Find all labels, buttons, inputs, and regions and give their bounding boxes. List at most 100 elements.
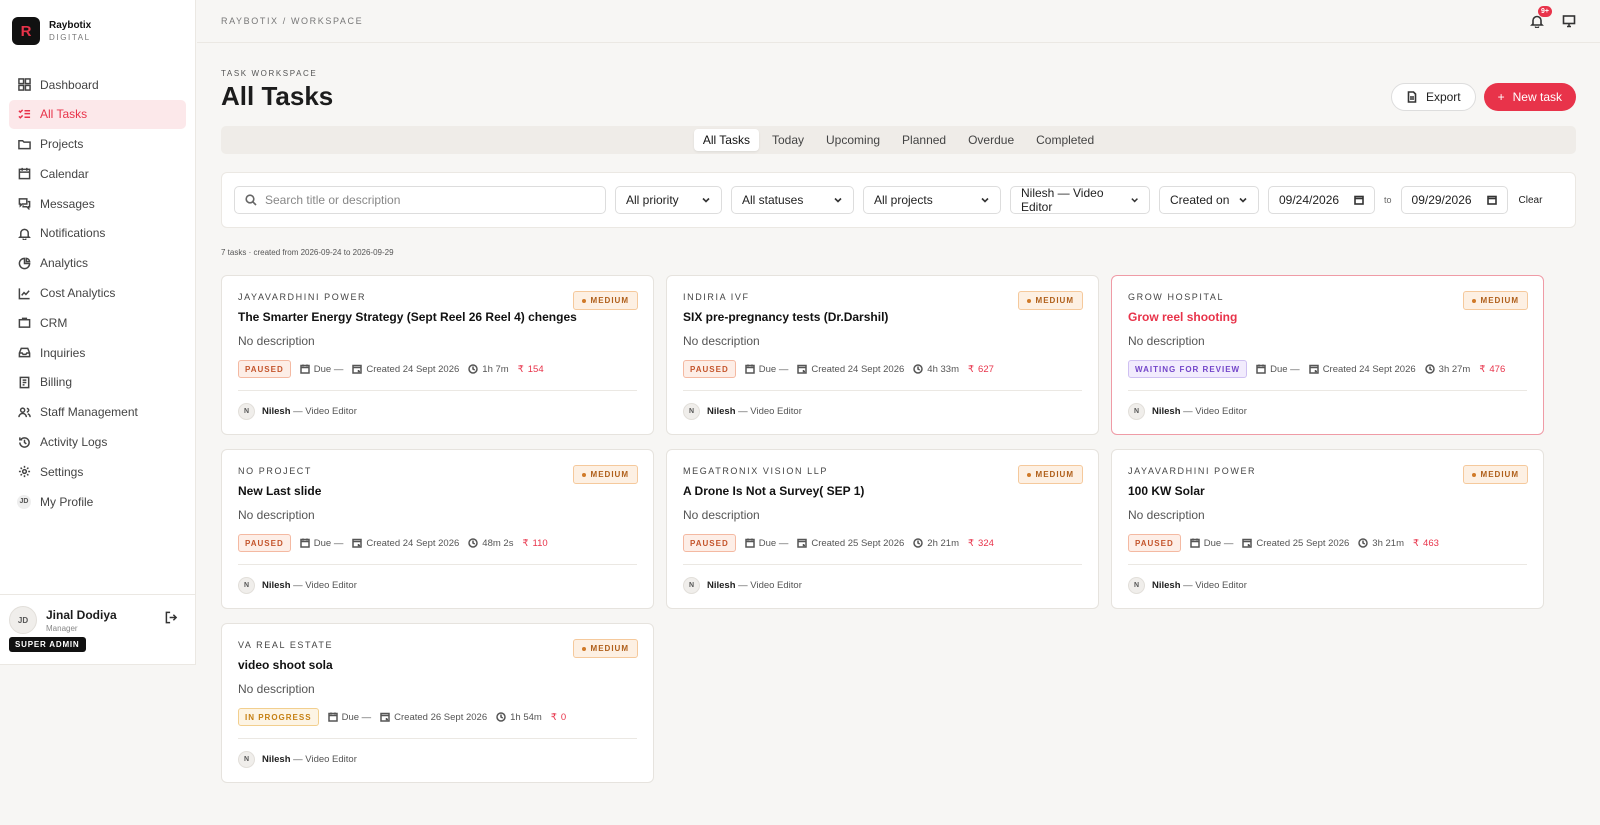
task-meta: PAUSED Due — Created 24 Sept 2026 48m 2s… [238,534,637,552]
due-date-text: Due — [313,363,344,375]
task-cost-value: 476 [1489,363,1506,375]
task-card[interactable]: MEGATRONIX VISION LLP MEDIUM A Drone Is … [666,449,1099,609]
task-card[interactable]: JAYAVARDHINI POWER MEDIUM 100 KW Solar N… [1111,449,1544,609]
sidebar-item-label: Messages [40,196,95,211]
task-cost: ₹ 110 [522,538,547,549]
date-from-input[interactable]: 09/24/2026 [1268,186,1375,214]
sidebar-item-calendar[interactable]: Calendar [9,159,186,188]
sidebar-item-activity-logs[interactable]: Activity Logs [9,428,186,457]
assignee-name: Nilesh [1152,580,1181,591]
notifications-button[interactable]: 9+ [1530,6,1552,29]
sidebar-item-settings[interactable]: Settings [9,457,186,486]
sidebar-item-all-tasks[interactable]: All Tasks [9,99,186,129]
due-date-text: Due — [313,537,344,549]
task-title[interactable]: Grow reel shooting [1128,310,1527,324]
priority-badge: MEDIUM [572,639,638,658]
main-content: TASK WORKSPACE All Tasks Export + New ta… [221,43,1576,783]
task-title[interactable]: New Last slide [238,484,637,498]
assignee-select[interactable]: Nilesh — Video Editor [1010,186,1150,214]
sidebar-item-billing[interactable]: Billing [9,368,186,397]
clear-filters-button[interactable]: Clear [1519,195,1543,206]
time-tracked: 3h 21m [1358,538,1404,549]
priority-label: MEDIUM [1035,296,1074,305]
assignee-name: Nilesh [707,580,736,591]
export-button[interactable]: Export [1390,83,1476,111]
messages-icon [17,197,31,211]
task-card[interactable]: NO PROJECT MEDIUM New Last slide No desc… [221,449,654,609]
brand[interactable]: R Raybotix DIGITAL [0,0,195,62]
new-task-button[interactable]: + New task [1483,83,1576,111]
tab-overdue[interactable]: Overdue [959,129,1023,151]
search-input[interactable]: Search title or description [234,186,606,214]
status-badge: PAUSED [238,360,291,378]
status-badge: PAUSED [1128,534,1181,552]
tab-upcoming[interactable]: Upcoming [817,129,889,151]
priority-label: MEDIUM [590,644,629,653]
sidebar-item-my-profile[interactable]: JD My Profile [9,487,186,516]
due-date: Due — [300,363,344,375]
search-placeholder: Search title or description [265,193,401,207]
task-description: No description [683,334,760,348]
date-field-select[interactable]: Created on [1159,186,1259,214]
calendar-clock-icon [352,364,363,374]
sidebar-item-inquiries[interactable]: Inquiries [9,338,186,367]
brand-name: Raybotix [49,20,92,31]
task-grid: JAYAVARDHINI POWER MEDIUM The Smarter En… [221,275,1576,783]
sidebar-item-label: Calendar [40,166,89,181]
task-card[interactable]: INDIRIA IVF MEDIUM SIX pre-pregnancy tes… [666,275,1099,435]
calendar-clock-icon [352,538,363,548]
assignee-role: — Video Editor [293,754,357,765]
sidebar-item-dashboard[interactable]: Dashboard [9,70,186,99]
filter-bar: Search title or description All priority… [221,172,1576,228]
display-button[interactable] [1562,14,1576,28]
task-card[interactable]: VA REAL ESTATE MEDIUM video shoot sola N… [221,623,654,783]
priority-badge: MEDIUM [1462,465,1528,484]
task-title[interactable]: 100 KW Solar [1128,484,1527,498]
task-card[interactable]: JAYAVARDHINI POWER MEDIUM The Smarter En… [221,275,654,435]
logout-icon[interactable] [165,611,178,629]
created-date-text: Created 24 Sept 2026 [366,537,460,549]
task-title[interactable]: A Drone Is Not a Survey( SEP 1) [683,484,1082,498]
sidebar-item-crm[interactable]: CRM [9,308,186,337]
rupee-icon: ₹ [967,537,975,549]
plus-icon: + [1497,90,1505,104]
sidebar-item-projects[interactable]: Projects [9,130,186,159]
briefcase-icon [17,316,31,330]
tab-planned[interactable]: Planned [893,129,955,151]
sidebar-item-notifications[interactable]: Notifications [9,219,186,248]
card-divider [683,390,1082,391]
date-to-input[interactable]: 09/29/2026 [1400,186,1508,214]
task-title[interactable]: video shoot sola [238,658,637,672]
status-badge: IN PROGRESS [238,708,319,726]
status-badge: WAITING FOR REVIEW [1128,360,1248,378]
task-cost: ₹ 154 [518,364,544,375]
sidebar-item-analytics[interactable]: Analytics [9,249,186,278]
sidebar-item-label: Dashboard [40,77,99,92]
assignee-role: — Video Editor [738,580,802,591]
time-tracked: 4h 33m [913,364,959,375]
sidebar-item-cost-analytics[interactable]: Cost Analytics [9,279,186,308]
priority-dot [1471,298,1476,303]
brand-logo-letter: R [20,22,32,40]
brand-logo: R [12,17,40,45]
clock-icon [913,364,924,374]
status-select[interactable]: All statuses [731,186,854,214]
sidebar-item-staff-management[interactable]: Staff Management [9,398,186,427]
created-date-text: Created 25 Sept 2026 [811,537,905,549]
sidebar-item-messages[interactable]: Messages [9,189,186,218]
task-card[interactable]: GROW HOSPITAL MEDIUM Grow reel shooting … [1111,275,1544,435]
priority-badge: MEDIUM [1462,291,1528,310]
due-date-text: Due — [758,363,789,375]
task-assignee: N Nilesh — Video Editor [238,577,637,594]
task-cost: ₹ 463 [1413,538,1439,549]
tab-today[interactable]: Today [763,129,813,151]
priority-select[interactable]: All priority [615,186,722,214]
date-range-separator: to [1384,195,1392,205]
new-task-button-label: New task [1512,90,1562,104]
tab-completed[interactable]: Completed [1027,129,1103,151]
task-title[interactable]: SIX pre-pregnancy tests (Dr.Darshil) [683,310,1082,324]
project-select[interactable]: All projects [863,186,1001,214]
tab-all-tasks[interactable]: All Tasks [693,129,759,151]
task-title[interactable]: The Smarter Energy Strategy (Sept Reel 2… [238,310,637,324]
task-assignee: N Nilesh — Video Editor [1128,577,1527,594]
